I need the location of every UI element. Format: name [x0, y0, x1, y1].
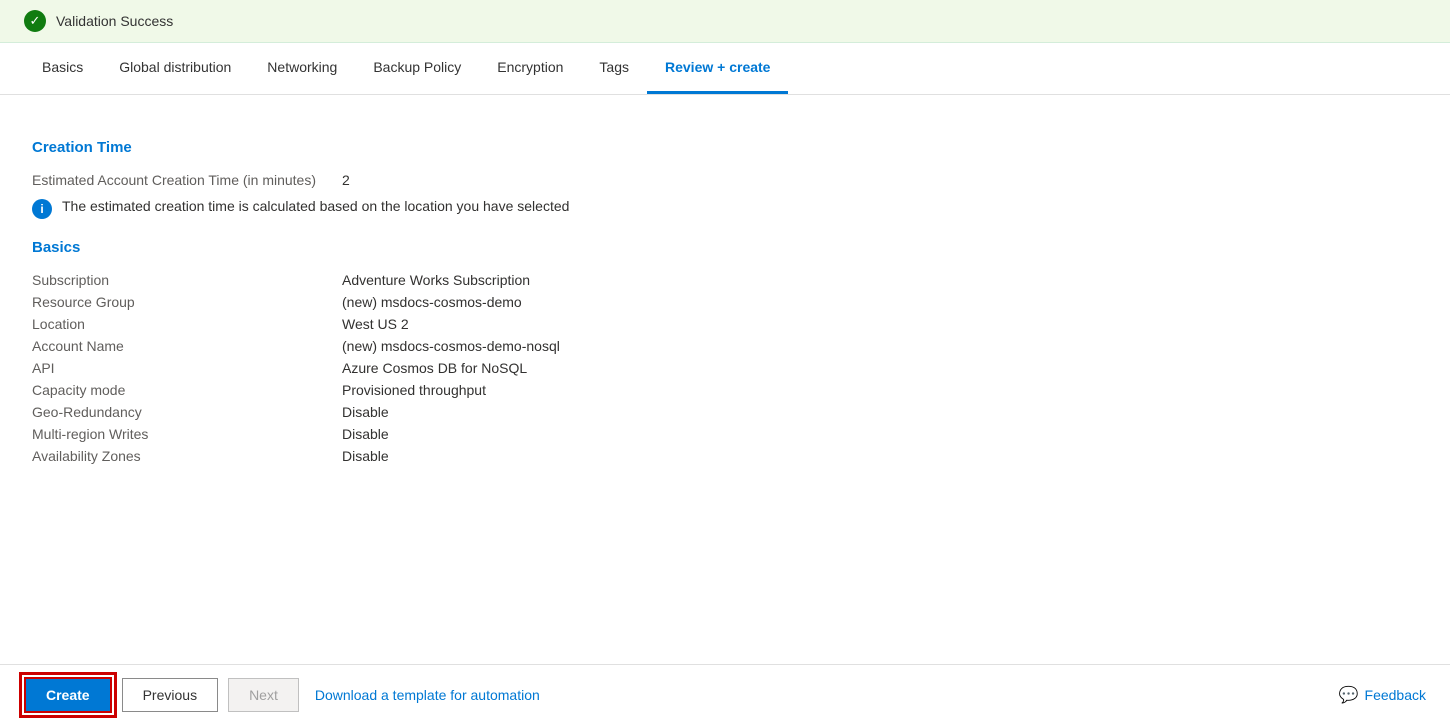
tab-encryption[interactable]: Encryption [479, 43, 581, 94]
automation-link[interactable]: Download a template for automation [315, 687, 540, 703]
account-name-label: Account Name [32, 338, 342, 354]
api-row: API Azure Cosmos DB for NoSQL [32, 360, 1418, 376]
subscription-value: Adventure Works Subscription [342, 272, 530, 288]
info-note-text: The estimated creation time is calculate… [62, 198, 569, 214]
creation-time-note: i The estimated creation time is calcula… [32, 198, 1418, 219]
creation-time-title: Creation Time [32, 139, 1418, 156]
resource-group-value: (new) msdocs-cosmos-demo [342, 294, 522, 310]
tabs-bar: Basics Global distribution Networking Ba… [0, 43, 1450, 95]
footer-bar: Create Previous Next Download a template… [0, 664, 1450, 725]
api-label: API [32, 360, 342, 376]
estimated-time-row: Estimated Account Creation Time (in minu… [32, 172, 1418, 188]
account-name-row: Account Name (new) msdocs-cosmos-demo-no… [32, 338, 1418, 354]
capacity-mode-row: Capacity mode Provisioned throughput [32, 382, 1418, 398]
tab-backup-policy[interactable]: Backup Policy [355, 43, 479, 94]
availability-zones-row: Availability Zones Disable [32, 448, 1418, 464]
availability-zones-value: Disable [342, 448, 389, 464]
resource-group-label: Resource Group [32, 294, 342, 310]
feedback-link[interactable]: 💬 Feedback [1339, 685, 1426, 705]
location-value: West US 2 [342, 316, 409, 332]
tab-basics[interactable]: Basics [24, 43, 101, 94]
info-icon: i [32, 199, 52, 219]
multi-region-writes-label: Multi-region Writes [32, 426, 342, 442]
geo-redundancy-value: Disable [342, 404, 389, 420]
capacity-mode-value: Provisioned throughput [342, 382, 486, 398]
validation-banner: ✓ Validation Success [0, 0, 1450, 43]
multi-region-writes-value: Disable [342, 426, 389, 442]
geo-redundancy-row: Geo-Redundancy Disable [32, 404, 1418, 420]
subscription-label: Subscription [32, 272, 342, 288]
subscription-row: Subscription Adventure Works Subscriptio… [32, 272, 1418, 288]
validation-text: Validation Success [56, 13, 173, 29]
api-value: Azure Cosmos DB for NoSQL [342, 360, 527, 376]
feedback-icon: 💬 [1339, 685, 1359, 705]
tab-tags[interactable]: Tags [581, 43, 647, 94]
tab-networking[interactable]: Networking [249, 43, 355, 94]
geo-redundancy-label: Geo-Redundancy [32, 404, 342, 420]
estimated-time-value: 2 [342, 172, 350, 188]
feedback-label: Feedback [1365, 687, 1426, 703]
availability-zones-label: Availability Zones [32, 448, 342, 464]
account-name-value: (new) msdocs-cosmos-demo-nosql [342, 338, 560, 354]
tab-review-create[interactable]: Review + create [647, 43, 788, 94]
capacity-mode-label: Capacity mode [32, 382, 342, 398]
main-content: Creation Time Estimated Account Creation… [0, 95, 1450, 508]
basics-title: Basics [32, 239, 1418, 256]
resource-group-row: Resource Group (new) msdocs-cosmos-demo [32, 294, 1418, 310]
estimated-time-label: Estimated Account Creation Time (in minu… [32, 172, 342, 188]
next-button: Next [228, 678, 299, 712]
location-label: Location [32, 316, 342, 332]
basics-section: Basics Subscription Adventure Works Subs… [32, 239, 1418, 464]
creation-time-section: Creation Time Estimated Account Creation… [32, 139, 1418, 219]
create-button[interactable]: Create [24, 677, 112, 713]
location-row: Location West US 2 [32, 316, 1418, 332]
multi-region-writes-row: Multi-region Writes Disable [32, 426, 1418, 442]
validation-icon: ✓ [24, 10, 46, 32]
previous-button[interactable]: Previous [122, 678, 218, 712]
tab-global-distribution[interactable]: Global distribution [101, 43, 249, 94]
